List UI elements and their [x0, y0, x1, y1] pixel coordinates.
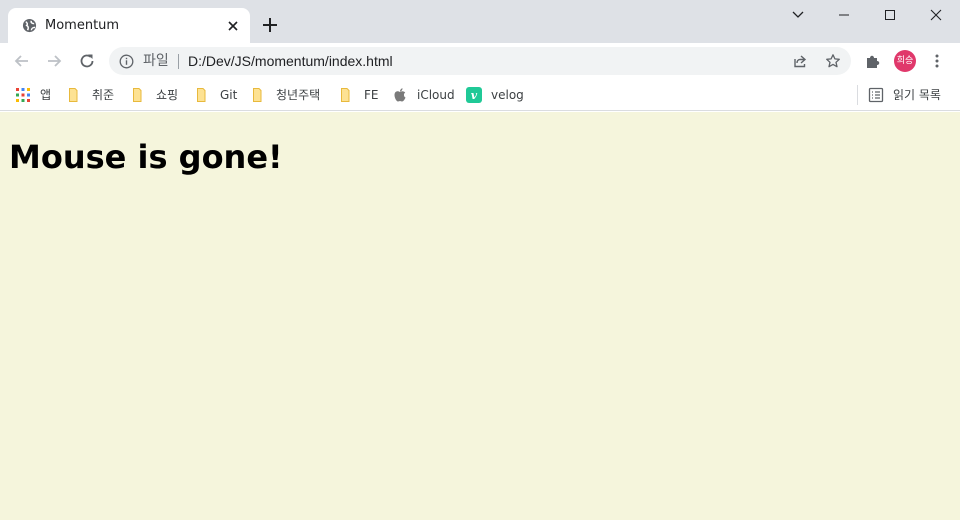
reload-button[interactable]	[74, 48, 100, 74]
toolbar: 파일 D:/Dev/JS/momentum/index.html 희승	[0, 43, 960, 79]
folder-icon	[253, 88, 262, 102]
tab-search-button[interactable]	[775, 0, 821, 30]
velog-icon: v	[466, 87, 482, 103]
reading-list-button[interactable]: 읽기 목록	[868, 85, 941, 105]
bookmark-folder-shopping[interactable]: 쇼핑	[131, 85, 178, 105]
bookmark-folder-git[interactable]: Git	[195, 85, 237, 105]
bookmark-label: 청년주택	[276, 88, 321, 102]
apple-icon	[394, 88, 406, 102]
star-icon[interactable]	[825, 53, 841, 69]
bookmark-apps[interactable]: 앱	[15, 85, 51, 105]
chevron-down-icon	[792, 11, 804, 18]
bookmark-velog[interactable]: v velog	[466, 85, 524, 105]
more-vertical-icon	[935, 54, 939, 68]
folder-icon	[341, 88, 350, 102]
puzzle-icon	[867, 55, 880, 68]
bookmark-label: 쇼핑	[156, 88, 179, 102]
bookmark-label: FE	[364, 88, 379, 102]
menu-button[interactable]	[928, 52, 946, 70]
info-icon[interactable]	[119, 54, 134, 69]
share-icon[interactable]	[792, 53, 808, 69]
page-viewport: Mouse is gone!	[0, 112, 960, 520]
arrow-left-icon	[14, 55, 28, 67]
bookmark-label: iCloud	[417, 88, 455, 102]
title-bar: Momentum	[0, 0, 960, 43]
bookmarks-divider	[857, 85, 858, 105]
bookmark-folder-housing[interactable]: 청년주택	[251, 85, 320, 105]
close-window-button[interactable]	[913, 0, 959, 30]
page-heading: Mouse is gone!	[9, 138, 283, 176]
minimize-button[interactable]	[821, 0, 867, 30]
bookmark-label: 앱	[40, 88, 52, 102]
close-window-icon	[930, 9, 942, 21]
globe-icon	[22, 18, 37, 33]
close-tab-icon[interactable]	[224, 17, 242, 35]
tab-momentum[interactable]: Momentum	[8, 8, 250, 43]
extensions-button[interactable]	[864, 52, 882, 70]
folder-icon	[133, 88, 142, 102]
profile-avatar[interactable]: 희승	[894, 50, 916, 72]
minimize-icon	[839, 14, 849, 16]
maximize-icon	[885, 10, 895, 20]
reading-list-label: 읽기 목록	[893, 88, 941, 102]
back-button[interactable]	[9, 48, 35, 74]
scheme-label: 파일	[143, 53, 169, 69]
bookmark-icloud[interactable]: iCloud	[392, 85, 455, 105]
bookmark-label: Git	[220, 88, 238, 102]
folder-icon	[197, 88, 206, 102]
folder-icon	[69, 88, 78, 102]
bookmarks-bar: 앱 취준 쇼핑 Git 청년주택 FE iCloud v velog 읽기 목록	[0, 79, 960, 111]
reading-list-icon	[868, 87, 884, 103]
reload-icon	[80, 54, 94, 68]
maximize-button[interactable]	[867, 0, 913, 30]
apps-grid-icon	[16, 88, 30, 102]
forward-button[interactable]	[41, 48, 67, 74]
bookmark-folder-fe[interactable]: FE	[339, 85, 378, 105]
url-separator	[178, 54, 179, 69]
url-text[interactable]: D:/Dev/JS/momentum/index.html	[188, 53, 393, 69]
arrow-right-icon	[48, 55, 62, 67]
new-tab-icon[interactable]	[260, 15, 280, 35]
address-bar[interactable]: 파일 D:/Dev/JS/momentum/index.html	[109, 47, 851, 75]
bookmark-label: 취준	[92, 88, 115, 102]
bookmark-label: velog	[491, 88, 524, 102]
bookmark-folder-jobs[interactable]: 취준	[67, 85, 114, 105]
tab-title: Momentum	[45, 18, 120, 33]
